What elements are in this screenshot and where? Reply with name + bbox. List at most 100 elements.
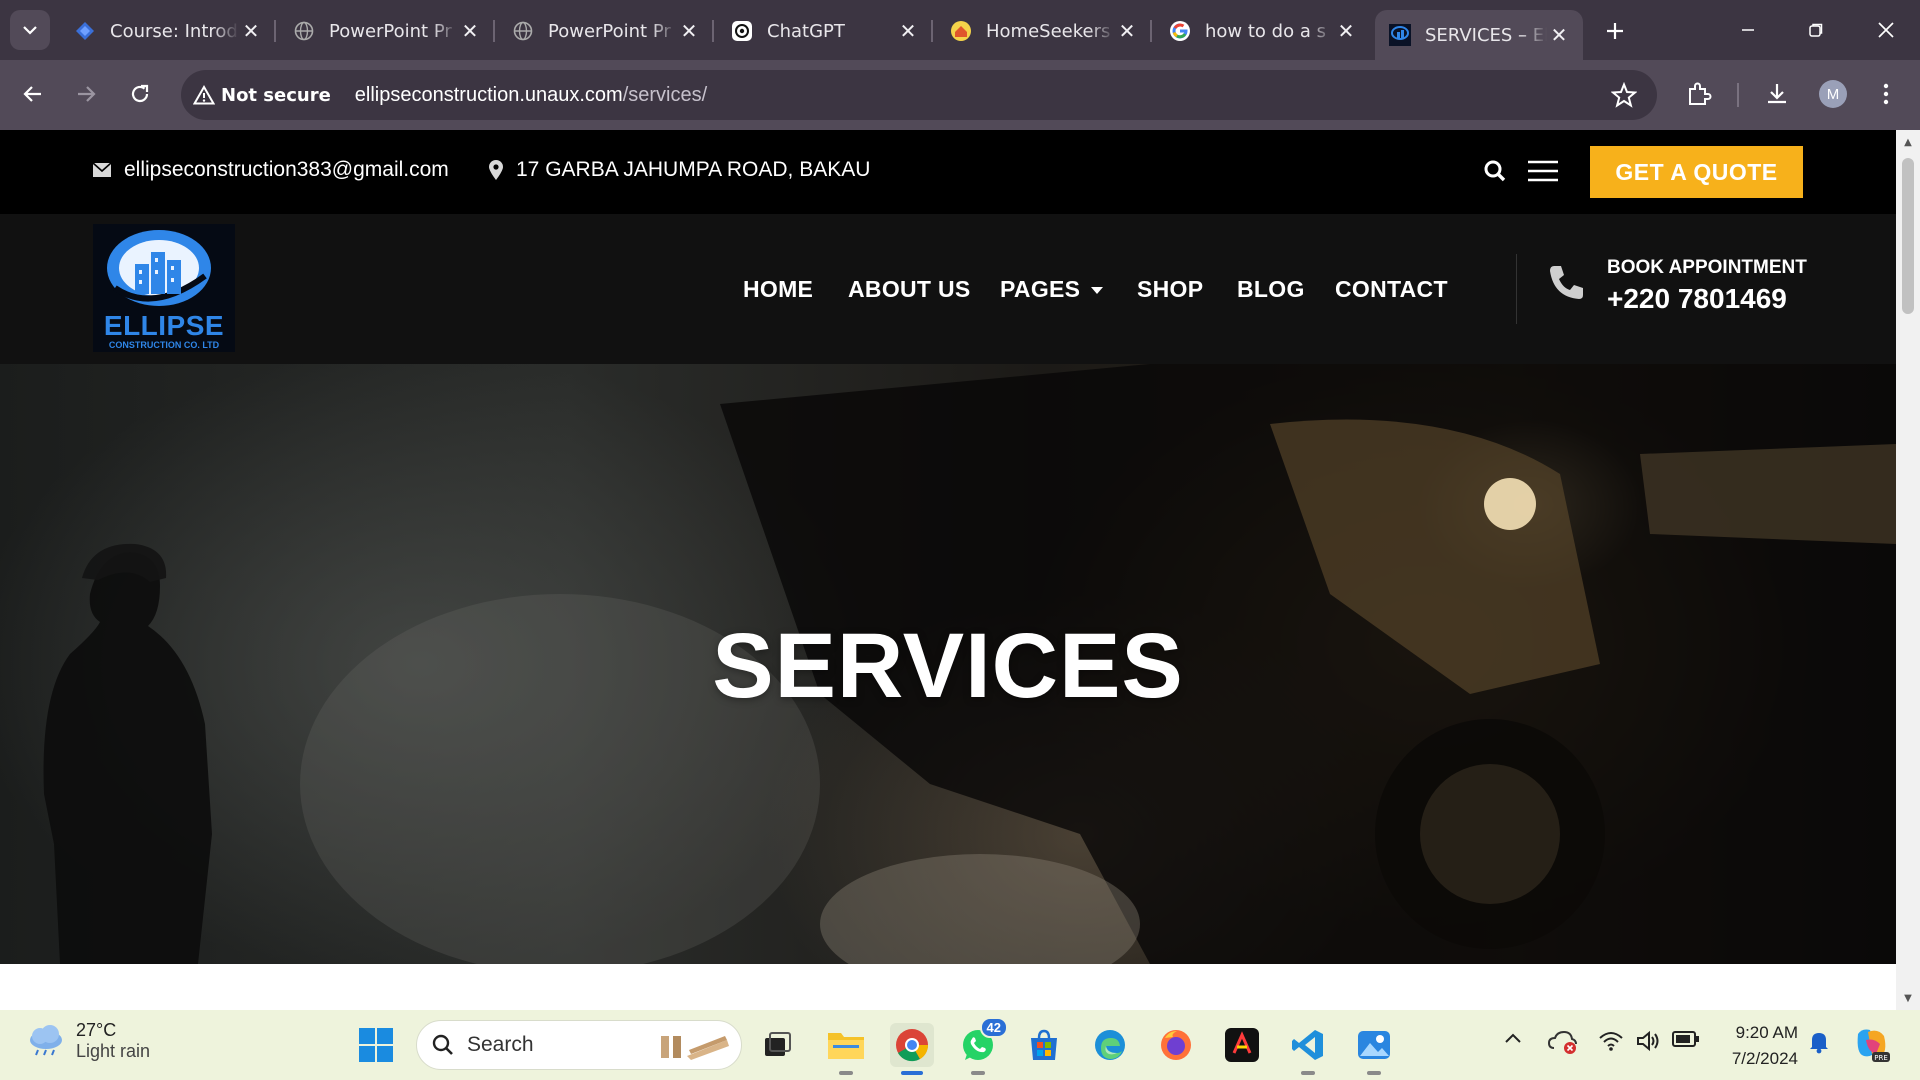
onedrive-status[interactable]	[1548, 1030, 1578, 1054]
tab-powerpoint-2[interactable]: PowerPoint Pr ✕	[498, 10, 713, 52]
edge-button[interactable]	[1088, 1023, 1132, 1067]
site-logo[interactable]: ELLIPSE CONSTRUCTION CO. LTD	[93, 224, 235, 352]
copilot-button[interactable]: PRE	[1852, 1026, 1892, 1064]
extensions-button[interactable]	[1679, 74, 1719, 114]
wifi-status[interactable]	[1598, 1030, 1624, 1052]
tab-homeseekers[interactable]: HomeSeekers ✕	[936, 10, 1151, 52]
site-search-button[interactable]	[1483, 159, 1507, 188]
photos-button[interactable]	[1352, 1023, 1396, 1075]
volume-status[interactable]	[1636, 1030, 1662, 1052]
topbar-email[interactable]: ellipseconstruction383@gmail.com	[92, 158, 449, 182]
reload-button[interactable]	[120, 74, 160, 114]
close-icon	[1878, 22, 1894, 38]
start-button[interactable]	[354, 1023, 398, 1067]
restore-icon	[1809, 23, 1823, 37]
tab-title: HomeSeekers	[986, 20, 1111, 42]
close-icon[interactable]: ✕	[239, 19, 263, 43]
tab-google-search[interactable]: how to do a s ✕	[1155, 10, 1370, 52]
downloads-button[interactable]	[1757, 74, 1797, 114]
globe-icon	[293, 20, 315, 42]
restore-button[interactable]	[1794, 12, 1838, 48]
task-view-button[interactable]	[756, 1023, 800, 1067]
browser-menu-button[interactable]	[1866, 74, 1906, 114]
logo-emblem-icon	[107, 230, 211, 306]
nav-item-blog[interactable]: BLOG	[1237, 276, 1305, 303]
tab-search-button[interactable]	[10, 10, 50, 50]
vscode-button[interactable]	[1286, 1023, 1330, 1075]
tab-title: how to do a s	[1205, 20, 1326, 42]
notifications-button[interactable]	[1808, 1030, 1830, 1054]
nav-item-contact[interactable]: CONTACT	[1335, 276, 1448, 303]
homeseekers-icon	[950, 20, 972, 42]
close-icon[interactable]: ✕	[1115, 19, 1139, 43]
ellipse-site-icon	[1389, 24, 1411, 46]
show-hidden-icons-button[interactable]	[1504, 1032, 1522, 1044]
running-indicator	[971, 1071, 985, 1075]
system-clock[interactable]: 9:20 AM 7/2/2024	[1718, 1020, 1798, 1072]
download-icon	[1768, 84, 1786, 104]
taskbar-search-input[interactable]: Search	[416, 1020, 742, 1070]
site-menu-toggle[interactable]	[1527, 159, 1559, 188]
weather-temperature: 27°C	[76, 1020, 117, 1040]
tab-separator	[274, 20, 276, 42]
appointment-phone[interactable]: +220 7801469	[1607, 283, 1787, 315]
nav-item-shop[interactable]: SHOP	[1137, 276, 1203, 303]
search-icon	[432, 1034, 453, 1055]
kebab-menu-icon	[1883, 83, 1889, 105]
tab-course[interactable]: Course: Introd ✕	[60, 10, 275, 52]
url-host: ellipseconstruction.unaux.com	[354, 83, 623, 106]
profile-button[interactable]: M	[1813, 74, 1853, 114]
back-button[interactable]	[13, 74, 53, 114]
minimize-button[interactable]	[1726, 12, 1770, 48]
nav-item-about-us[interactable]: ABOUT US	[848, 276, 971, 303]
tab-chatgpt[interactable]: ChatGPT ✕	[717, 10, 932, 52]
edge-icon	[1095, 1030, 1125, 1060]
security-chip[interactable]: Not secure	[193, 85, 331, 106]
forward-button[interactable]	[66, 74, 106, 114]
hero-banner: SERVICES	[0, 364, 1896, 964]
adobe-acrobat-button[interactable]	[1220, 1023, 1264, 1067]
plus-icon	[1607, 23, 1623, 39]
tab-powerpoint-1[interactable]: PowerPoint Pr ✕	[279, 10, 494, 52]
battery-status[interactable]	[1672, 1030, 1700, 1048]
close-icon[interactable]: ✕	[896, 19, 920, 43]
tab-separator	[931, 20, 933, 42]
close-icon[interactable]: ✕	[1334, 19, 1358, 43]
map-pin-icon	[489, 160, 503, 180]
microsoft-store-button[interactable]	[1022, 1023, 1066, 1067]
scrollbar-thumb[interactable]	[1902, 158, 1914, 314]
new-tab-button[interactable]	[1598, 14, 1632, 48]
page-viewport: ellipseconstruction383@gmail.com 17 GARB…	[0, 130, 1896, 1010]
address-bar[interactable]: Not secure ellipseconstruction.unaux.com…	[181, 70, 1657, 120]
whatsapp-button[interactable]: 42	[956, 1017, 1008, 1075]
nav-item-home[interactable]: HOME	[743, 276, 813, 303]
chrome-icon	[896, 1029, 929, 1062]
scroll-up-arrow-icon[interactable]: ▲	[1902, 136, 1914, 148]
get-a-quote-button[interactable]: GET A QUOTE	[1590, 146, 1803, 198]
close-icon[interactable]: ✕	[677, 19, 701, 43]
tab-services-active[interactable]: SERVICES – Ell ✕	[1375, 10, 1583, 60]
tab-title: PowerPoint Pr	[548, 20, 671, 42]
file-explorer-button[interactable]	[824, 1023, 868, 1075]
hero-title: SERVICES	[712, 615, 1184, 717]
folder-icon	[828, 1033, 864, 1059]
firefox-icon	[1161, 1030, 1191, 1060]
avatar: M	[1819, 80, 1847, 108]
acrobat-icon	[1225, 1028, 1259, 1062]
firefox-button[interactable]	[1154, 1023, 1198, 1067]
clock-time: 9:20 AM	[1735, 1023, 1798, 1042]
page-scrollbar[interactable]: ▲ ▼	[1896, 130, 1920, 1010]
weather-widget[interactable]: 27°C Light rain	[26, 1020, 150, 1062]
nav-item-pages[interactable]: PAGES	[1000, 276, 1104, 303]
address-text: 17 GARBA JAHUMPA ROAD, BAKAU	[516, 158, 871, 181]
close-window-button[interactable]	[1864, 12, 1908, 48]
close-icon[interactable]: ✕	[458, 19, 482, 43]
chrome-taskbar-button[interactable]	[890, 1023, 934, 1075]
tab-title: SERVICES – Ell	[1425, 24, 1547, 46]
site-main-nav: ELLIPSE CONSTRUCTION CO. LTD HOME ABOUT …	[0, 214, 1896, 364]
close-icon[interactable]: ✕	[1547, 23, 1571, 47]
vscode-icon	[1292, 1030, 1323, 1060]
browser-toolbar: Not secure ellipseconstruction.unaux.com…	[0, 60, 1920, 130]
bookmark-star-button[interactable]	[1610, 81, 1638, 112]
scroll-down-arrow-icon[interactable]: ▼	[1902, 992, 1914, 1004]
